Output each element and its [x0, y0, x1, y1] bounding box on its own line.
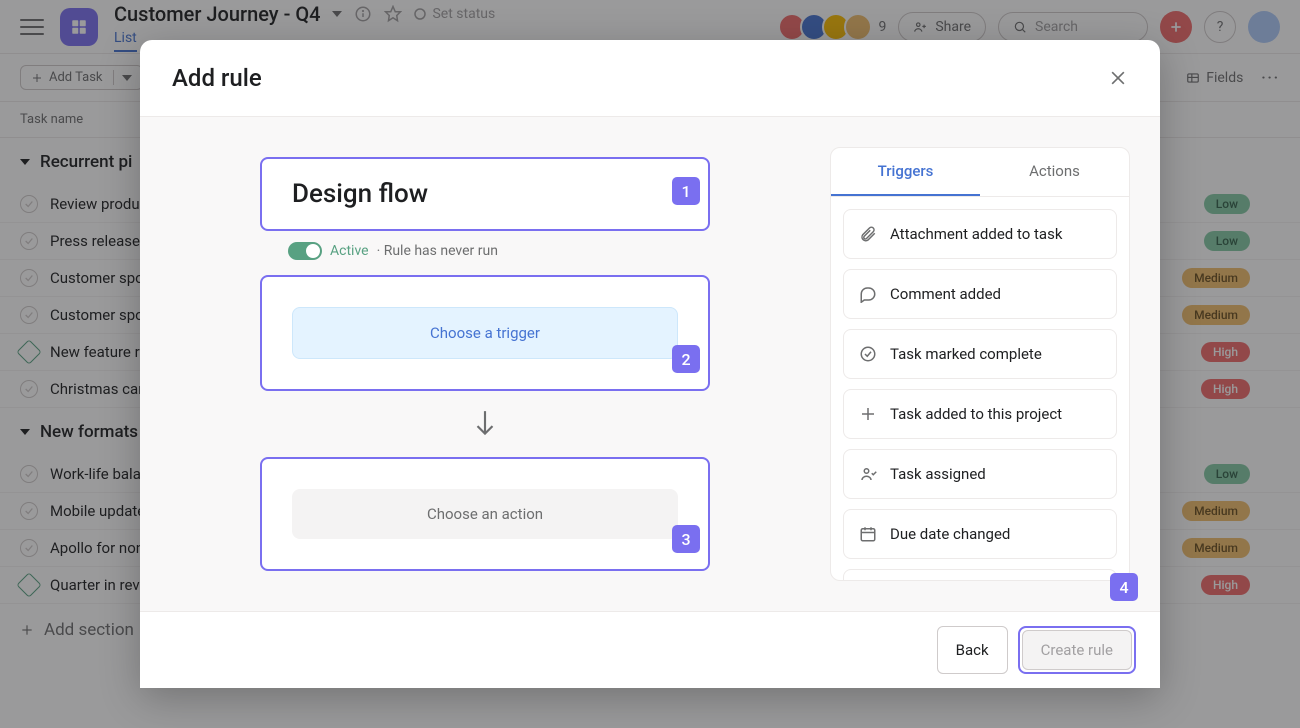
choose-trigger-button[interactable]: Choose a trigger: [292, 307, 678, 359]
rule-run-status: · Rule has never run: [377, 243, 498, 259]
annotation-badge-3: 3: [672, 525, 700, 553]
triggers-panel: Triggers Actions Attachment added to tas…: [830, 147, 1130, 581]
trigger-option[interactable]: Attachment added to task: [843, 209, 1117, 259]
flow-arrow-icon: [472, 409, 498, 439]
trigger-option[interactable]: Comment added: [843, 269, 1117, 319]
create-rule-button[interactable]: Create rule: [1022, 630, 1132, 670]
check-icon: [858, 344, 878, 364]
modal-title: Add rule: [172, 64, 262, 92]
close-icon[interactable]: [1108, 68, 1128, 88]
annotation-badge-2: 2: [672, 345, 700, 373]
choose-action-button[interactable]: Choose an action: [292, 489, 678, 539]
active-label: Active: [330, 243, 369, 259]
trigger-option-label: Task added to this project: [890, 405, 1062, 423]
trigger-option-label: Comment added: [890, 285, 1001, 303]
tab-triggers[interactable]: Triggers: [831, 148, 980, 196]
modal-footer: Back Create rule: [140, 611, 1160, 688]
trigger-option-label: Task assigned: [890, 465, 986, 483]
trigger-option[interactable]: Task assigned: [843, 449, 1117, 499]
tab-actions[interactable]: Actions: [980, 148, 1129, 196]
add-rule-modal: Add rule Design flow 1 Active · Rule has…: [140, 40, 1160, 688]
annotation-badge-1: 1: [672, 177, 700, 205]
trigger-option-label: Task marked complete: [890, 345, 1042, 363]
trigger-option[interactable]: Task is no longer waiting: [843, 569, 1117, 580]
action-box: Choose an action 3: [260, 457, 710, 571]
rule-status: Active · Rule has never run: [260, 237, 710, 265]
annotation-badge-4: 4: [1110, 573, 1138, 601]
plus-icon: [858, 404, 878, 424]
trigger-option-label: Due date changed: [890, 525, 1010, 543]
calendar-icon: [858, 524, 878, 544]
rule-name: Design flow: [292, 179, 678, 209]
comment-icon: [858, 284, 878, 304]
rule-canvas: Design flow 1 Active · Rule has never ru…: [140, 117, 830, 611]
trigger-option[interactable]: Due date changed: [843, 509, 1117, 559]
back-button[interactable]: Back: [937, 626, 1008, 674]
paperclip-icon: [858, 224, 878, 244]
assign-icon: [858, 464, 878, 484]
trigger-option-label: Attachment added to task: [890, 225, 1062, 243]
rule-name-box[interactable]: Design flow 1: [260, 157, 710, 231]
trigger-box: Choose a trigger 2: [260, 275, 710, 391]
trigger-option[interactable]: Task marked complete: [843, 329, 1117, 379]
trigger-option[interactable]: Task added to this project: [843, 389, 1117, 439]
active-toggle[interactable]: [288, 242, 322, 260]
